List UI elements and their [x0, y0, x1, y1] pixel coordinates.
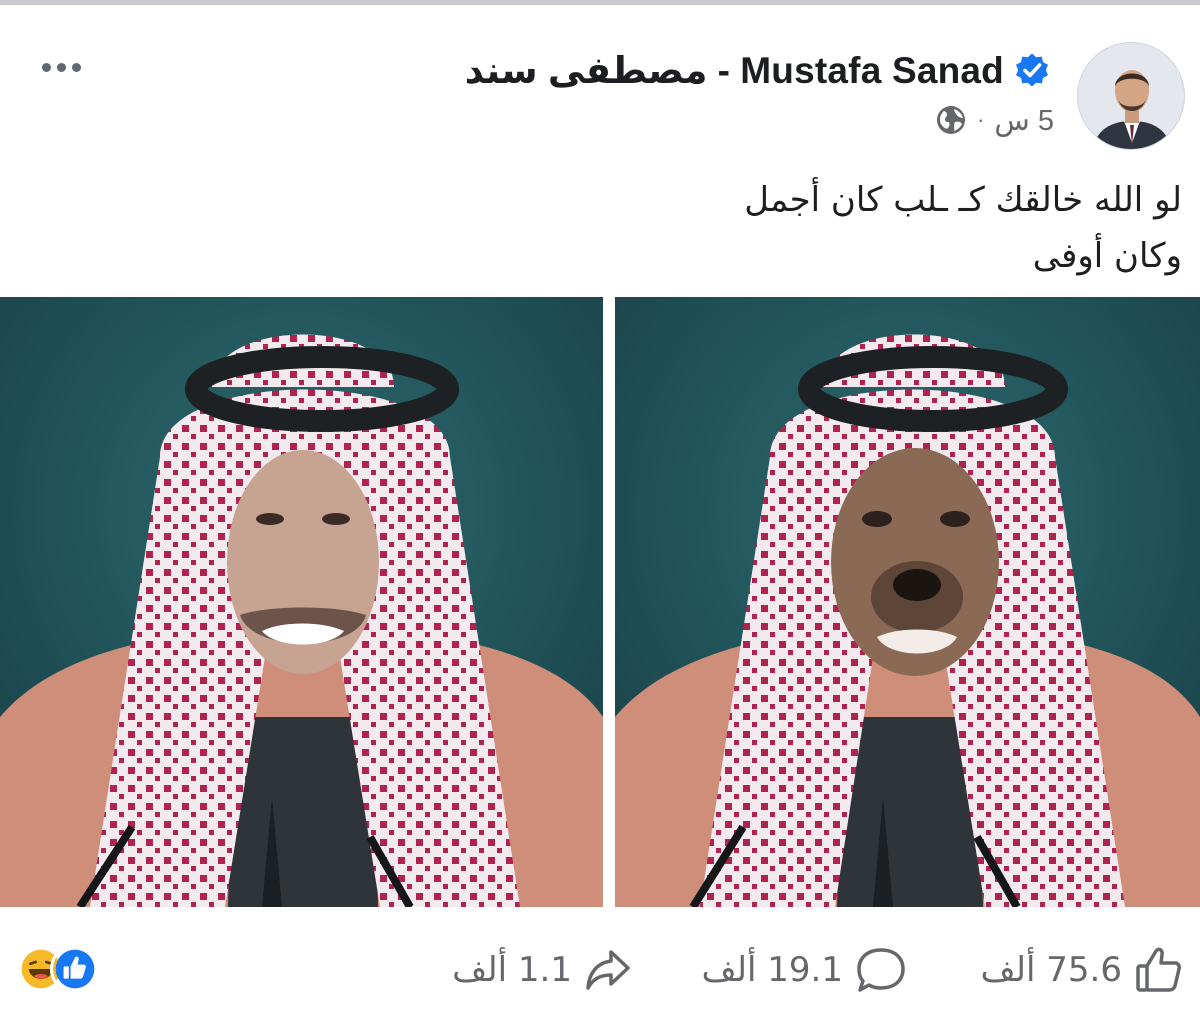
photo-original-image [0, 297, 603, 907]
like-button[interactable]: 75.6 ألف [980, 940, 1184, 1000]
reactions-summary[interactable] [16, 944, 116, 996]
share-icon [586, 950, 630, 990]
post-meta: · 5 س [935, 100, 1054, 140]
top-divider [0, 0, 1200, 5]
share-count: 1.1 ألف [452, 950, 572, 990]
author-name[interactable]: مصطفى سند - Mustafa Sanad [465, 49, 1004, 92]
more-dot [41, 62, 51, 72]
post-photo-original[interactable] [0, 297, 603, 907]
post-text-line: لو الله خالقك كـ ـلب كان أجمل [744, 180, 1182, 220]
comment-icon [857, 948, 905, 992]
globe-icon[interactable] [935, 104, 967, 136]
more-dot [71, 62, 81, 72]
verified-badge-icon [1016, 53, 1048, 87]
more-options-icon[interactable] [34, 52, 88, 82]
action-bar: 1.1 ألف 19.1 ألف 75.6 ألف [0, 930, 1200, 1010]
meta-separator: · [977, 107, 985, 132]
more-dot [56, 62, 66, 72]
comment-button[interactable]: 19.1 ألف [701, 940, 907, 1000]
post-time[interactable]: 5 س [994, 103, 1054, 138]
comment-count: 19.1 ألف [701, 950, 843, 990]
post-photo-edited[interactable] [615, 297, 1200, 907]
post-body: لو الله خالقك كـ ـلب كان أجمل وكان أوفى [282, 172, 1182, 284]
like-icon [1136, 947, 1181, 992]
photo-grid [0, 297, 1200, 907]
avatar-image [1078, 43, 1184, 149]
photo-edited-image [615, 297, 1200, 907]
share-button[interactable]: 1.1 ألف [452, 940, 632, 1000]
like-count: 75.6 ألف [980, 950, 1122, 990]
post-text-line: وكان أوفى [1032, 236, 1182, 276]
author-row: مصطفى سند - Mustafa Sanad [465, 46, 1050, 94]
like-reaction-icon [50, 944, 100, 994]
avatar[interactable] [1077, 42, 1185, 150]
